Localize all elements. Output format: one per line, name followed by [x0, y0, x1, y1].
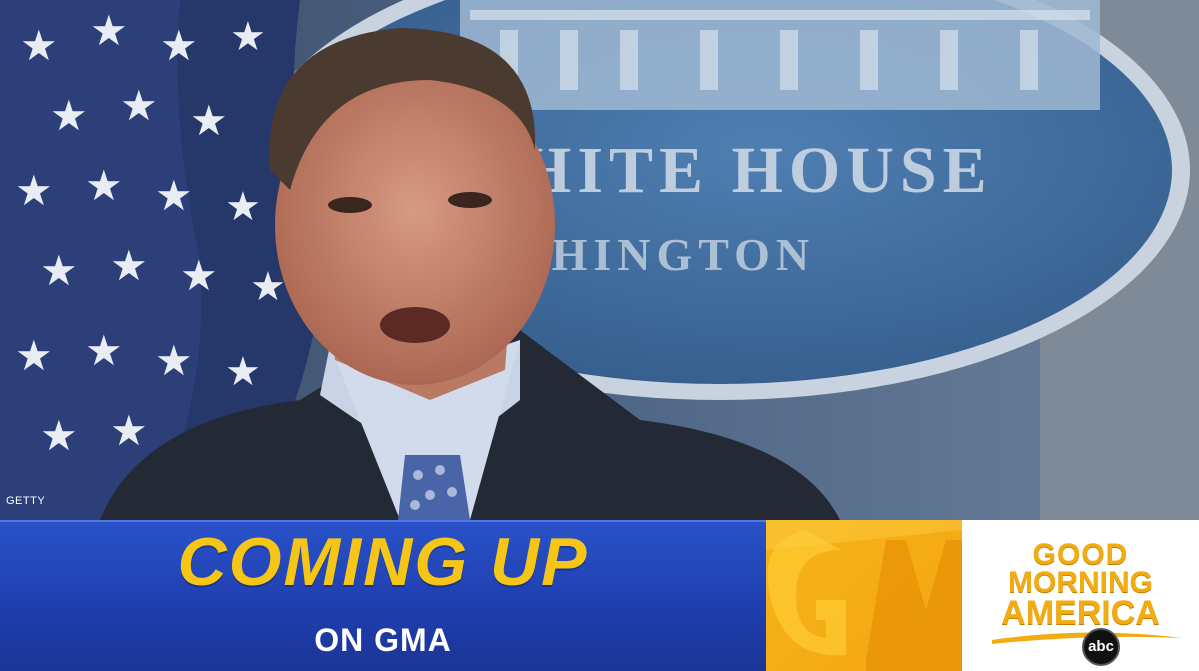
svg-text:★: ★: [225, 350, 261, 394]
svg-text:★: ★: [40, 412, 78, 459]
subline: ON GMA: [314, 622, 452, 658]
svg-text:★: ★: [250, 265, 286, 309]
svg-text:★: ★: [110, 242, 148, 289]
logo-america: AMERICA: [1001, 594, 1160, 632]
svg-text:★: ★: [230, 15, 266, 59]
svg-text:★: ★: [155, 172, 193, 219]
svg-text:★: ★: [225, 185, 261, 229]
gm-graphic-tile: [766, 520, 962, 671]
svg-text:★: ★: [160, 22, 198, 69]
svg-text:★: ★: [90, 7, 128, 54]
svg-text:★: ★: [15, 167, 53, 214]
svg-text:★: ★: [15, 332, 53, 379]
svg-text:★: ★: [120, 82, 158, 129]
svg-text:★: ★: [20, 22, 58, 69]
svg-text:★: ★: [50, 92, 88, 139]
svg-text:★: ★: [155, 337, 193, 384]
gma-logo: GOOD MORNING AMERICA: [962, 520, 1199, 671]
svg-text:★: ★: [85, 162, 123, 209]
svg-text:★: ★: [85, 327, 123, 374]
seal-text-lower: SHINGTON: [520, 229, 815, 280]
headline: COMING UP: [177, 524, 589, 600]
coming-up-panel: COMING UP ON GMA: [0, 520, 766, 671]
abc-network-badge: abc: [1082, 628, 1120, 666]
svg-text:★: ★: [110, 407, 148, 454]
news-photo: HITE HOUSE SHINGTON ★ ★ ★ ★ ★ ★ ★ ★ ★ ★ ★ ★ ★ …: [0, 0, 1199, 520]
svg-text:★: ★: [180, 252, 218, 299]
svg-text:★: ★: [40, 247, 78, 294]
photo-credit: GETTY: [6, 495, 46, 507]
lower-third: COMING UP ON GMA GOOD MORNING AMERICA: [0, 520, 1199, 671]
seal-text-upper: HITE HOUSE: [520, 134, 993, 207]
svg-text:★: ★: [190, 97, 228, 144]
